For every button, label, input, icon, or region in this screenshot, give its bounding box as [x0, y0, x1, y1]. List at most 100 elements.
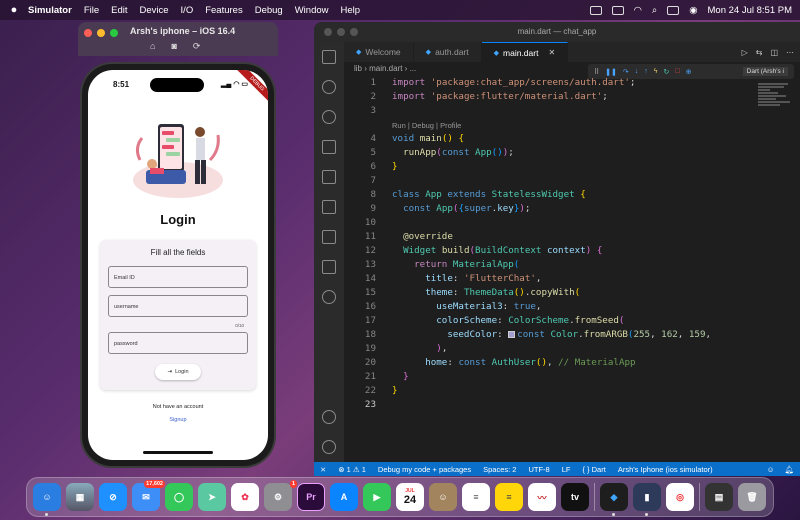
drag-handle-icon[interactable]: ⠿ [594, 68, 599, 76]
screen-mirror-icon[interactable] [589, 5, 602, 15]
vscode-dock-icon[interactable]: ◆ [600, 483, 628, 516]
simulator-icon[interactable]: ▮ [633, 483, 661, 516]
home-icon[interactable]: ⌂ [150, 41, 155, 52]
safari-icon[interactable]: ⊘ [99, 483, 127, 511]
menu-app[interactable]: Simulator [28, 5, 72, 16]
launchpad-icon[interactable]: ▦ [66, 483, 94, 511]
dynamic-island [150, 78, 204, 92]
menu-window[interactable]: Window [295, 5, 329, 16]
siri-icon[interactable]: ◉ [689, 5, 697, 16]
account-icon[interactable] [322, 410, 336, 424]
step-into-icon[interactable]: ↓ [635, 68, 639, 75]
facetime-icon[interactable]: ▶ [363, 483, 391, 511]
tab-auth-dart[interactable]: ◆ auth.dart [414, 42, 482, 62]
premiere-pro-icon[interactable]: Pr [297, 483, 325, 511]
freeform-icon[interactable]: 〰 [528, 483, 556, 511]
menubar-clock[interactable]: Mon 24 Jul 8:51 PM [708, 5, 793, 16]
menu-debug[interactable]: Debug [255, 5, 283, 16]
contacts-icon[interactable]: ☺ [429, 483, 457, 511]
github-icon[interactable] [322, 290, 336, 304]
photos-icon[interactable]: ✿ [231, 483, 259, 511]
run-icon[interactable]: ▷ [742, 48, 748, 57]
password-field[interactable]: password [108, 332, 248, 354]
login-button[interactable]: ⇥ Login [155, 364, 201, 380]
stop-icon[interactable]: □ [675, 68, 679, 75]
calendar-icon[interactable]: JUL 24 [396, 483, 424, 511]
indent-status[interactable]: Spaces: 2 [483, 465, 516, 474]
tab-welcome[interactable]: ◆ Welcome [344, 42, 414, 62]
feedback-icon[interactable]: ☺ [767, 465, 775, 474]
codelens-run-debug[interactable]: Run | Debug | Profile [392, 121, 461, 130]
testing-icon[interactable] [322, 230, 336, 244]
battery-icon[interactable] [611, 5, 624, 15]
language-status[interactable]: { } Dart [582, 465, 605, 474]
split-editor-icon[interactable]: ◫ [770, 48, 778, 57]
close-button[interactable] [84, 29, 92, 37]
app-store-icon[interactable]: A [330, 483, 358, 511]
close-tab-icon[interactable]: ✕ [548, 48, 555, 57]
settings-gear-icon[interactable] [322, 440, 336, 454]
system-settings-icon[interactable]: ⚙ 1 [264, 480, 297, 511]
step-out-icon[interactable]: ↑ [644, 68, 648, 75]
compare-icon[interactable]: ⇆ [756, 48, 763, 57]
run-debug-icon[interactable] [322, 140, 336, 154]
signup-link[interactable]: Signup [88, 417, 268, 423]
wifi-icon[interactable]: ◠ [634, 5, 642, 16]
menu-features[interactable]: Features [205, 5, 243, 16]
more-actions-icon[interactable]: ⋯ [786, 48, 794, 57]
minimize-button[interactable] [97, 29, 105, 37]
encoding-status[interactable]: UTF-8 [528, 465, 549, 474]
minimap[interactable] [758, 82, 794, 122]
reminders-icon[interactable]: ≡ [462, 483, 490, 511]
menu-edit[interactable]: Edit [111, 5, 127, 16]
color-swatch[interactable] [508, 331, 516, 338]
remote-icon[interactable]: ⨯ [320, 465, 326, 474]
maps-icon[interactable]: ➤ [198, 483, 226, 511]
search-icon[interactable] [322, 80, 336, 94]
downloads-stack-icon[interactable]: ▤ [705, 483, 733, 511]
menu-file[interactable]: File [84, 5, 99, 16]
apple-tv-icon[interactable]: tv [561, 483, 589, 511]
device-select[interactable]: Dart (Arsh's i [742, 67, 788, 76]
step-over-icon[interactable]: ↷ [623, 68, 629, 76]
notifications-icon[interactable]: 🔔︎ [784, 465, 794, 474]
tab-main-dart[interactable]: ◆ main.dart ✕ [481, 42, 569, 62]
inspect-widget-icon[interactable]: ⊕ [686, 68, 692, 76]
dock-separator [594, 483, 595, 511]
phone-time: 8:51 [113, 80, 130, 89]
debug-status[interactable]: Debug my code + packages [378, 465, 471, 474]
mail-icon[interactable]: ✉ 17,602 [132, 480, 165, 511]
extensions-icon[interactable] [322, 170, 336, 184]
zoom-button[interactable] [110, 29, 118, 37]
source-control-icon[interactable] [322, 110, 336, 124]
email-field[interactable]: Email ID [108, 266, 248, 288]
eol-status[interactable]: LF [562, 465, 571, 474]
restart-icon[interactable]: ↻ [663, 68, 669, 76]
notes-icon[interactable]: ≡ [495, 483, 523, 511]
code-editor[interactable]: 1 import 'package:chat_app/screens/auth.d… [344, 77, 750, 458]
screenshot-icon[interactable]: ◙ [171, 41, 176, 52]
pause-icon[interactable]: ❚❚ [605, 68, 617, 76]
apple-icon[interactable]: ● [8, 4, 20, 16]
problems-status[interactable]: ⊗ 1 ⚠ 1 [338, 465, 366, 474]
rotate-icon[interactable]: ⟳ [193, 41, 201, 52]
finder-icon[interactable]: ☺ [33, 483, 61, 516]
search-icon[interactable]: ⌕ [652, 5, 657, 16]
settings-badge: 1 [289, 480, 297, 488]
control-center-icon[interactable] [667, 5, 680, 15]
trash-icon[interactable]: 🗑︎ [738, 483, 766, 511]
username-field[interactable]: username [108, 295, 248, 317]
remote-explorer-icon[interactable] [322, 200, 336, 214]
hot-reload-icon[interactable]: ϟ [654, 68, 658, 75]
chrome-icon[interactable]: ◎ [666, 483, 694, 511]
simulator-title: Arsh's iphone – iOS 16.4 [130, 26, 236, 36]
menu-help[interactable]: Help [341, 5, 361, 16]
messages-icon[interactable]: ◯ [165, 483, 193, 511]
breadcrumb[interactable]: lib › main.dart › ... [354, 64, 416, 73]
explorer-icon[interactable] [322, 50, 336, 64]
flutter-icon[interactable] [322, 260, 336, 274]
menu-device[interactable]: Device [140, 5, 169, 16]
device-status[interactable]: Arsh's Iphone (ios simulator) [618, 465, 713, 474]
dock: ☺ ▦ ⊘ ✉ 17,602 ◯ ➤ ✿ ⚙ 1 Pr A ▶ JUL 24 ☺ ≡… [26, 477, 774, 517]
menu-io[interactable]: I/O [181, 5, 194, 16]
